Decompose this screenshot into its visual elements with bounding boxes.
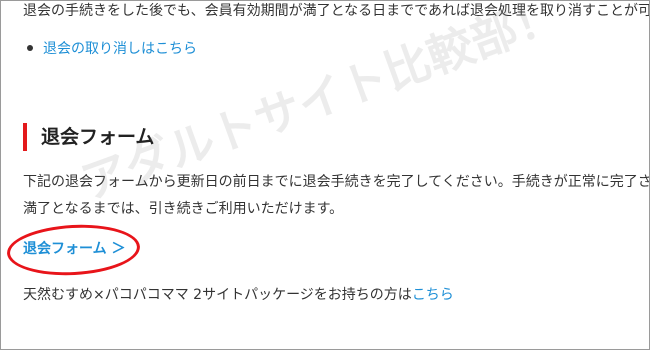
body-text-line-1: 下記の退会フォームから更新日の前日までに退会手続きを完了してください。手続きが正… (23, 174, 650, 190)
intro-text: 退会の手続きをした後でも、会員有効期間が満了となる日までであれば退会処理を取り消… (23, 3, 650, 19)
package-text-label: 天然むすめ×パコパコママ 2サイトパッケージをお持ちの方は (23, 287, 412, 303)
highlight-circle (5, 221, 142, 279)
page-frame: 退会の手続きをした後でも、会員有効期間が満了となる日までであれば退会処理を取り消… (0, 0, 650, 350)
section-heading: 退会フォーム (23, 123, 154, 151)
bullet-list-item: 退会の取り消しはこちら (23, 39, 197, 59)
bullet-dot (27, 45, 33, 51)
cancel-withdrawal-link[interactable]: 退会の取り消しはこちら (43, 41, 197, 57)
package-link[interactable]: こちら (412, 287, 454, 303)
package-text: 天然むすめ×パコパコママ 2サイトパッケージをお持ちの方はこちら (23, 285, 454, 305)
body-text-line-2: 満了となるまでは、引き続きご利用いただけます。 (23, 201, 344, 217)
